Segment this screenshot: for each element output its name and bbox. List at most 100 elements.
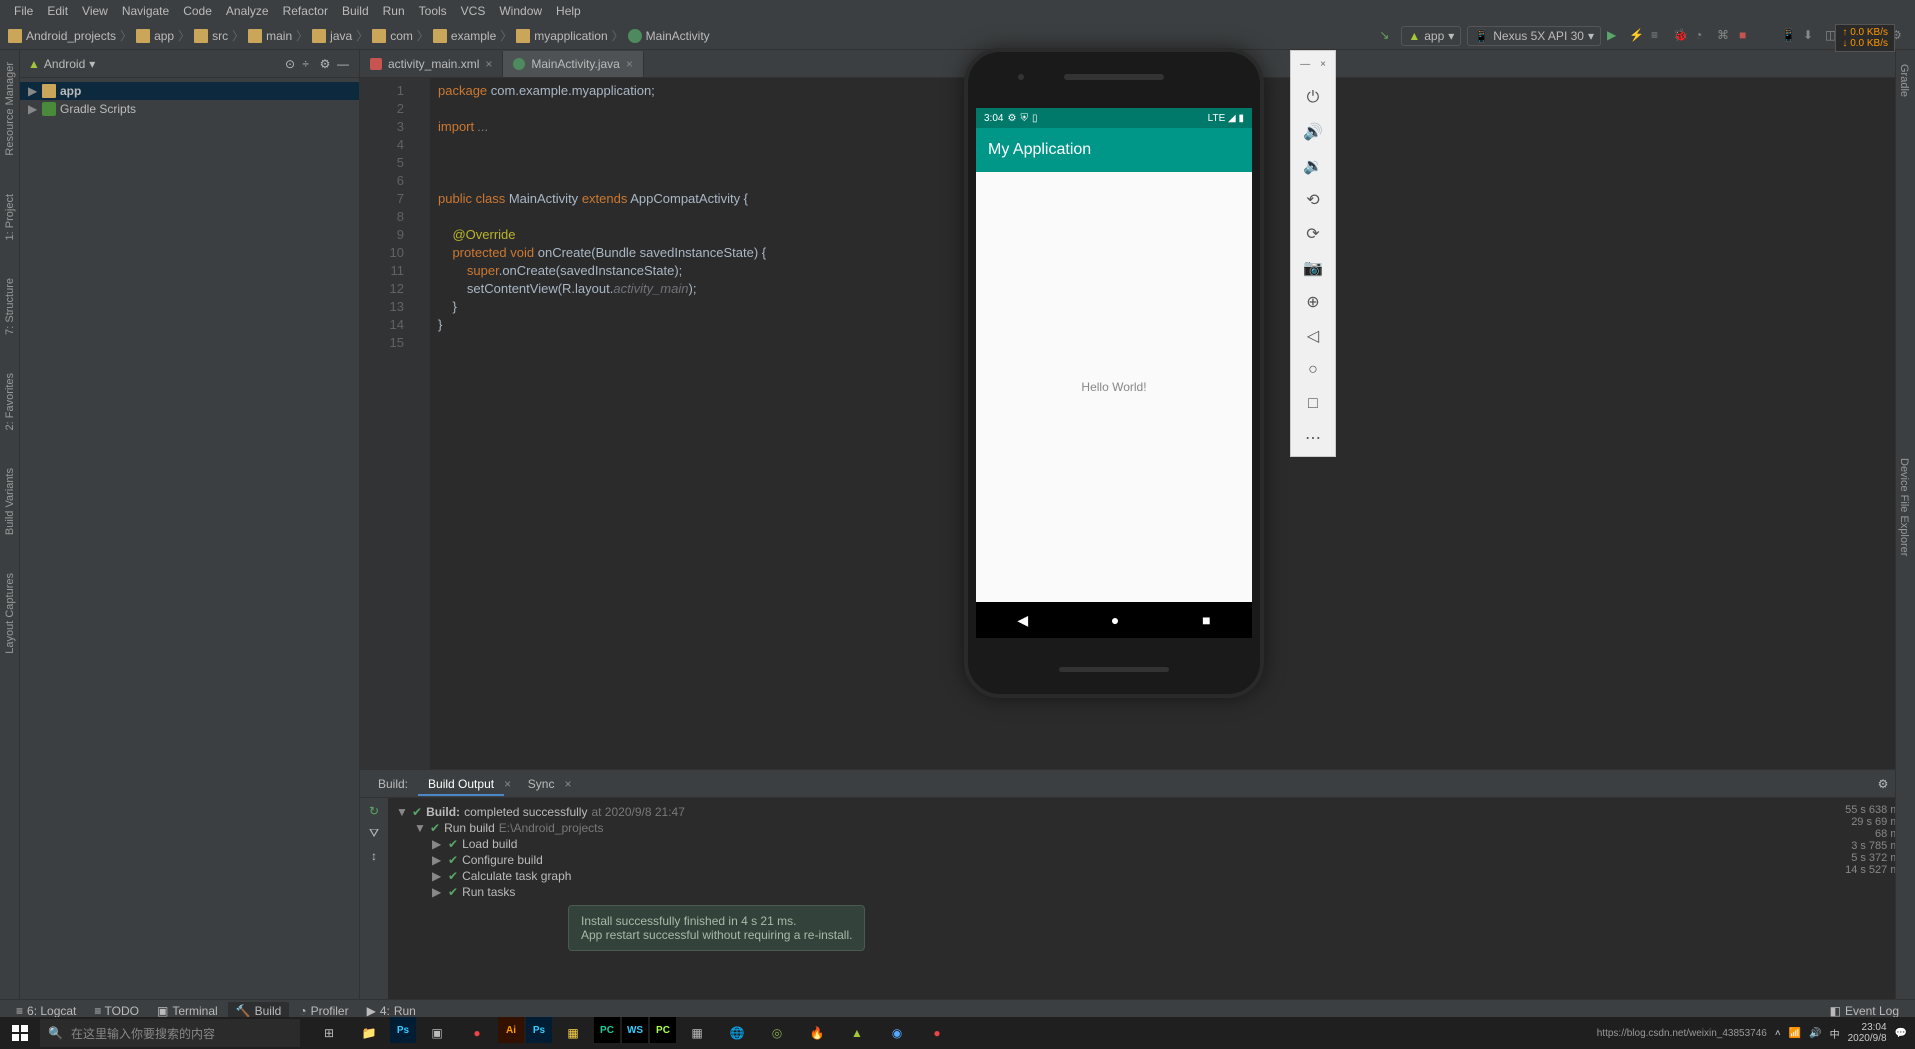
zoom-icon[interactable]: ⊕ bbox=[1303, 292, 1323, 312]
app-icon[interactable]: ▣ bbox=[418, 1017, 456, 1049]
crumb-root[interactable]: Android_projects〉 bbox=[8, 27, 132, 44]
menu-refactor[interactable]: Refactor bbox=[277, 2, 334, 20]
task-view-icon[interactable]: ⊞ bbox=[310, 1017, 348, 1049]
hide-icon[interactable]: — bbox=[337, 57, 351, 71]
rotate-right-icon[interactable]: ⟳ bbox=[1303, 224, 1323, 244]
menu-build[interactable]: Build bbox=[336, 2, 375, 20]
menu-tools[interactable]: Tools bbox=[413, 2, 453, 20]
home-button[interactable]: ● bbox=[1111, 612, 1119, 628]
profile-icon[interactable]: ◔ bbox=[1695, 28, 1711, 44]
app2-icon[interactable]: ▦ bbox=[678, 1017, 716, 1049]
menu-view[interactable]: View bbox=[76, 2, 114, 20]
crumb-example[interactable]: example〉 bbox=[433, 27, 512, 44]
run-config-dropdown[interactable]: ▲app▾ bbox=[1401, 26, 1461, 46]
crumb-class[interactable]: MainActivity bbox=[628, 29, 710, 43]
expand-icon[interactable]: ▶ bbox=[28, 102, 38, 116]
menu-edit[interactable]: Edit bbox=[41, 2, 74, 20]
run-icon[interactable]: ▶ bbox=[1607, 28, 1623, 44]
menu-code[interactable]: Code bbox=[177, 2, 218, 20]
crumb-java[interactable]: java〉 bbox=[312, 27, 368, 44]
pycharm-icon[interactable]: PC bbox=[594, 1017, 620, 1043]
menu-analyze[interactable]: Analyze bbox=[220, 2, 275, 20]
recents-button[interactable]: ■ bbox=[1202, 612, 1210, 628]
photoshop-icon[interactable]: Ps bbox=[390, 1017, 416, 1043]
rerun-icon[interactable]: ↻ bbox=[369, 804, 379, 818]
illustrator-icon[interactable]: Ai bbox=[498, 1017, 524, 1043]
device-explorer-tab[interactable]: Device File Explorer bbox=[1896, 454, 1912, 560]
volume-down-icon[interactable]: 🔉 bbox=[1303, 156, 1323, 176]
device-dropdown[interactable]: 📱Nexus 5X API 30▾ bbox=[1467, 26, 1601, 46]
tab-mainactivity-java[interactable]: MainActivity.java × bbox=[503, 51, 644, 77]
sync-icon[interactable]: ↘ bbox=[1379, 28, 1395, 44]
start-button[interactable] bbox=[0, 1017, 40, 1049]
close-icon[interactable]: × bbox=[626, 57, 633, 71]
chevron-down-icon[interactable]: ▾ bbox=[89, 57, 95, 71]
stop-icon[interactable]: ■ bbox=[1739, 28, 1755, 44]
structure-tab[interactable]: 7: Structure bbox=[2, 274, 18, 339]
gear-icon[interactable]: ⚙ bbox=[1878, 777, 1889, 791]
app4-icon[interactable]: 🔥 bbox=[798, 1017, 836, 1049]
debug-icon[interactable]: 🐞 bbox=[1673, 28, 1689, 44]
build-variants-tab[interactable]: Build Variants bbox=[2, 464, 18, 539]
tab-activity-main-xml[interactable]: activity_main.xml × bbox=[360, 51, 503, 77]
crumb-app-pkg[interactable]: myapplication〉 bbox=[516, 27, 623, 44]
expand-icon[interactable]: ↕ bbox=[371, 849, 377, 863]
filter-icon[interactable]: ⛛ bbox=[369, 826, 379, 841]
build-row[interactable]: ▶✔ Configure build bbox=[388, 852, 1815, 868]
more-icon[interactable]: ⋯ bbox=[1303, 428, 1323, 448]
menu-run[interactable]: Run bbox=[377, 2, 411, 20]
build-sync-tab[interactable]: Sync bbox=[518, 773, 565, 795]
app5-icon[interactable]: ◉ bbox=[878, 1017, 916, 1049]
build-row[interactable]: ▶✔ Load build bbox=[388, 836, 1815, 852]
app3-icon[interactable]: ◎ bbox=[758, 1017, 796, 1049]
close-icon[interactable]: × bbox=[504, 777, 511, 791]
note-icon[interactable]: ▦ bbox=[554, 1017, 592, 1049]
build-row[interactable]: ▼✔ Run build E:\Android_projects bbox=[388, 820, 1815, 836]
favorites-tab[interactable]: 2: Favorites bbox=[2, 369, 18, 434]
tray-input-icon[interactable]: 中 bbox=[1830, 1026, 1840, 1041]
sdk-icon[interactable]: ⬇ bbox=[1803, 28, 1819, 44]
minimize-icon[interactable]: — bbox=[1300, 59, 1310, 70]
volume-up-icon[interactable]: 🔊 bbox=[1303, 122, 1323, 142]
menu-file[interactable]: File bbox=[8, 2, 39, 20]
ps-icon-2[interactable]: Ps bbox=[526, 1017, 552, 1043]
crumb-src[interactable]: src〉 bbox=[194, 27, 244, 44]
record-icon[interactable]: ● bbox=[458, 1017, 496, 1049]
tray-vol-icon[interactable]: 🔊 bbox=[1809, 1028, 1821, 1039]
build-row[interactable]: ▼✔ Build: completed successfully at 2020… bbox=[388, 804, 1815, 820]
android-studio-icon[interactable]: ▲ bbox=[838, 1017, 876, 1049]
close-icon[interactable]: × bbox=[564, 777, 571, 791]
pycharm2-icon[interactable]: PC bbox=[650, 1017, 676, 1043]
webstorm-icon[interactable]: WS bbox=[622, 1017, 648, 1043]
chrome-icon[interactable]: 🌐 bbox=[718, 1017, 756, 1049]
record2-icon[interactable]: ● bbox=[918, 1017, 956, 1049]
menu-navigate[interactable]: Navigate bbox=[116, 2, 175, 20]
resource-manager-tab[interactable]: Resource Manager bbox=[2, 58, 18, 160]
tree-node-gradle[interactable]: ▶ Gradle Scripts bbox=[20, 100, 359, 118]
close-icon[interactable]: × bbox=[1320, 59, 1326, 70]
crumb-com[interactable]: com〉 bbox=[372, 27, 429, 44]
notification-icon[interactable]: 💬 bbox=[1895, 1028, 1907, 1039]
gradle-tab[interactable]: Gradle bbox=[1896, 60, 1912, 101]
home-icon[interactable]: ○ bbox=[1303, 360, 1323, 380]
target-icon[interactable]: ⊙ bbox=[285, 57, 299, 71]
menu-vcs[interactable]: VCS bbox=[455, 2, 492, 20]
project-tab[interactable]: 1: Project bbox=[2, 190, 18, 244]
rotate-left-icon[interactable]: ⟲ bbox=[1303, 190, 1323, 210]
crumb-app[interactable]: app〉 bbox=[136, 27, 190, 44]
collapse-icon[interactable]: ÷ bbox=[302, 57, 316, 71]
build-output-tab[interactable]: Build Output bbox=[418, 773, 504, 795]
attach-icon[interactable]: ⌘ bbox=[1717, 28, 1733, 44]
menu-window[interactable]: Window bbox=[493, 2, 548, 20]
search-box[interactable]: 🔍 在这里输入你要搜索的内容 bbox=[40, 1019, 300, 1047]
overview-icon[interactable]: □ bbox=[1303, 394, 1323, 414]
menu-help[interactable]: Help bbox=[550, 2, 587, 20]
phone-screen[interactable]: 3:04⚙⛨▯ LTE ◢ ▮ My Application Hello Wor… bbox=[976, 108, 1252, 638]
close-icon[interactable]: × bbox=[485, 57, 492, 71]
layout-captures-tab[interactable]: Layout Captures bbox=[2, 569, 18, 658]
tray-net-icon[interactable]: 📶 bbox=[1789, 1028, 1801, 1039]
explorer-icon[interactable]: 📁 bbox=[350, 1017, 388, 1049]
tree-node-app[interactable]: ▶ app bbox=[20, 82, 359, 100]
crumb-main[interactable]: main〉 bbox=[248, 27, 308, 44]
gear-icon[interactable]: ⚙ bbox=[320, 57, 334, 71]
